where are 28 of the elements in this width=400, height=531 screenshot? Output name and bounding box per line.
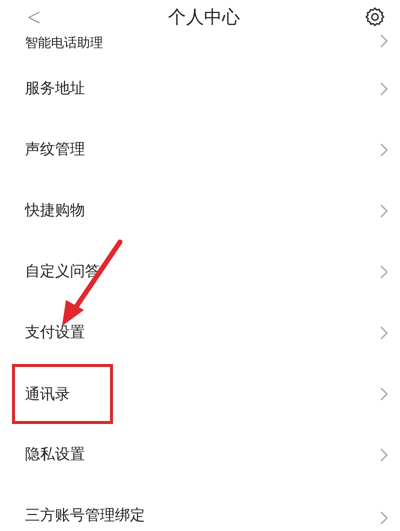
chevron-right-icon xyxy=(380,264,388,278)
chevron-right-icon xyxy=(380,82,388,96)
row-label: 快捷购物 xyxy=(25,201,85,220)
row-label: 支付设置 xyxy=(25,323,85,342)
settings-row[interactable]: 快捷购物 xyxy=(0,180,400,241)
chevron-right-icon xyxy=(380,326,388,340)
row-label: 服务地址 xyxy=(25,79,85,98)
chevron-right-icon xyxy=(380,448,388,462)
settings-row[interactable]: 隐私设置 xyxy=(0,424,400,485)
settings-row[interactable]: 声纹管理 xyxy=(0,119,400,180)
settings-row[interactable]: 三方账号管理绑定 xyxy=(0,485,400,525)
row-label: 隐私设置 xyxy=(25,445,85,464)
settings-row[interactable]: 支付设置 xyxy=(0,302,400,363)
settings-row[interactable]: 智能电话助理 xyxy=(0,34,400,58)
row-label: 通讯录 xyxy=(25,384,70,402)
chevron-right-icon xyxy=(380,386,388,400)
chevron-right-icon xyxy=(380,511,388,525)
chevron-right-icon xyxy=(380,142,388,156)
row-label: 智能电话助理 xyxy=(25,35,103,52)
page-title: 个人中心 xyxy=(168,6,240,29)
back-button[interactable]: < xyxy=(27,3,42,31)
chevron-right-icon xyxy=(380,34,388,48)
row-label: 声纹管理 xyxy=(25,140,85,159)
settings-row[interactable]: 服务地址 xyxy=(0,58,400,119)
settings-icon[interactable] xyxy=(364,6,386,28)
settings-row[interactable]: 通讯录 xyxy=(0,363,400,424)
chevron-right-icon xyxy=(380,204,388,218)
row-label: 三方账号管理绑定 xyxy=(25,506,145,525)
